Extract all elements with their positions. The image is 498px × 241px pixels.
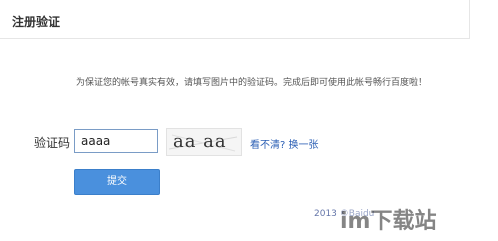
captcha-text: aa aa	[173, 131, 227, 152]
captcha-image[interactable]: aa aa	[166, 128, 242, 156]
svg-text:im下载站: im下载站	[340, 208, 436, 234]
submit-button[interactable]: 提交	[74, 169, 160, 195]
refresh-captcha-link[interactable]: 看不清? 换一张	[250, 136, 319, 151]
captcha-code-input[interactable]	[74, 129, 158, 153]
verification-notice: 为保证您的帐号真实有效，请填写图片中的验证码。完成后即可使用此帐号畅行百度啦！	[76, 78, 428, 88]
page-title: 注册验证	[12, 15, 61, 29]
captcha-code-label: 验证码	[34, 136, 71, 150]
page-header: 注册验证	[0, 0, 470, 39]
registration-verification-page: 注册验证 为保证您的帐号真实有效，请填写图片中的验证码。完成后即可使用此帐号畅行…	[0, 0, 498, 241]
header-divider	[469, 0, 470, 38]
watermark-logo-icon: im下载站	[336, 207, 486, 234]
